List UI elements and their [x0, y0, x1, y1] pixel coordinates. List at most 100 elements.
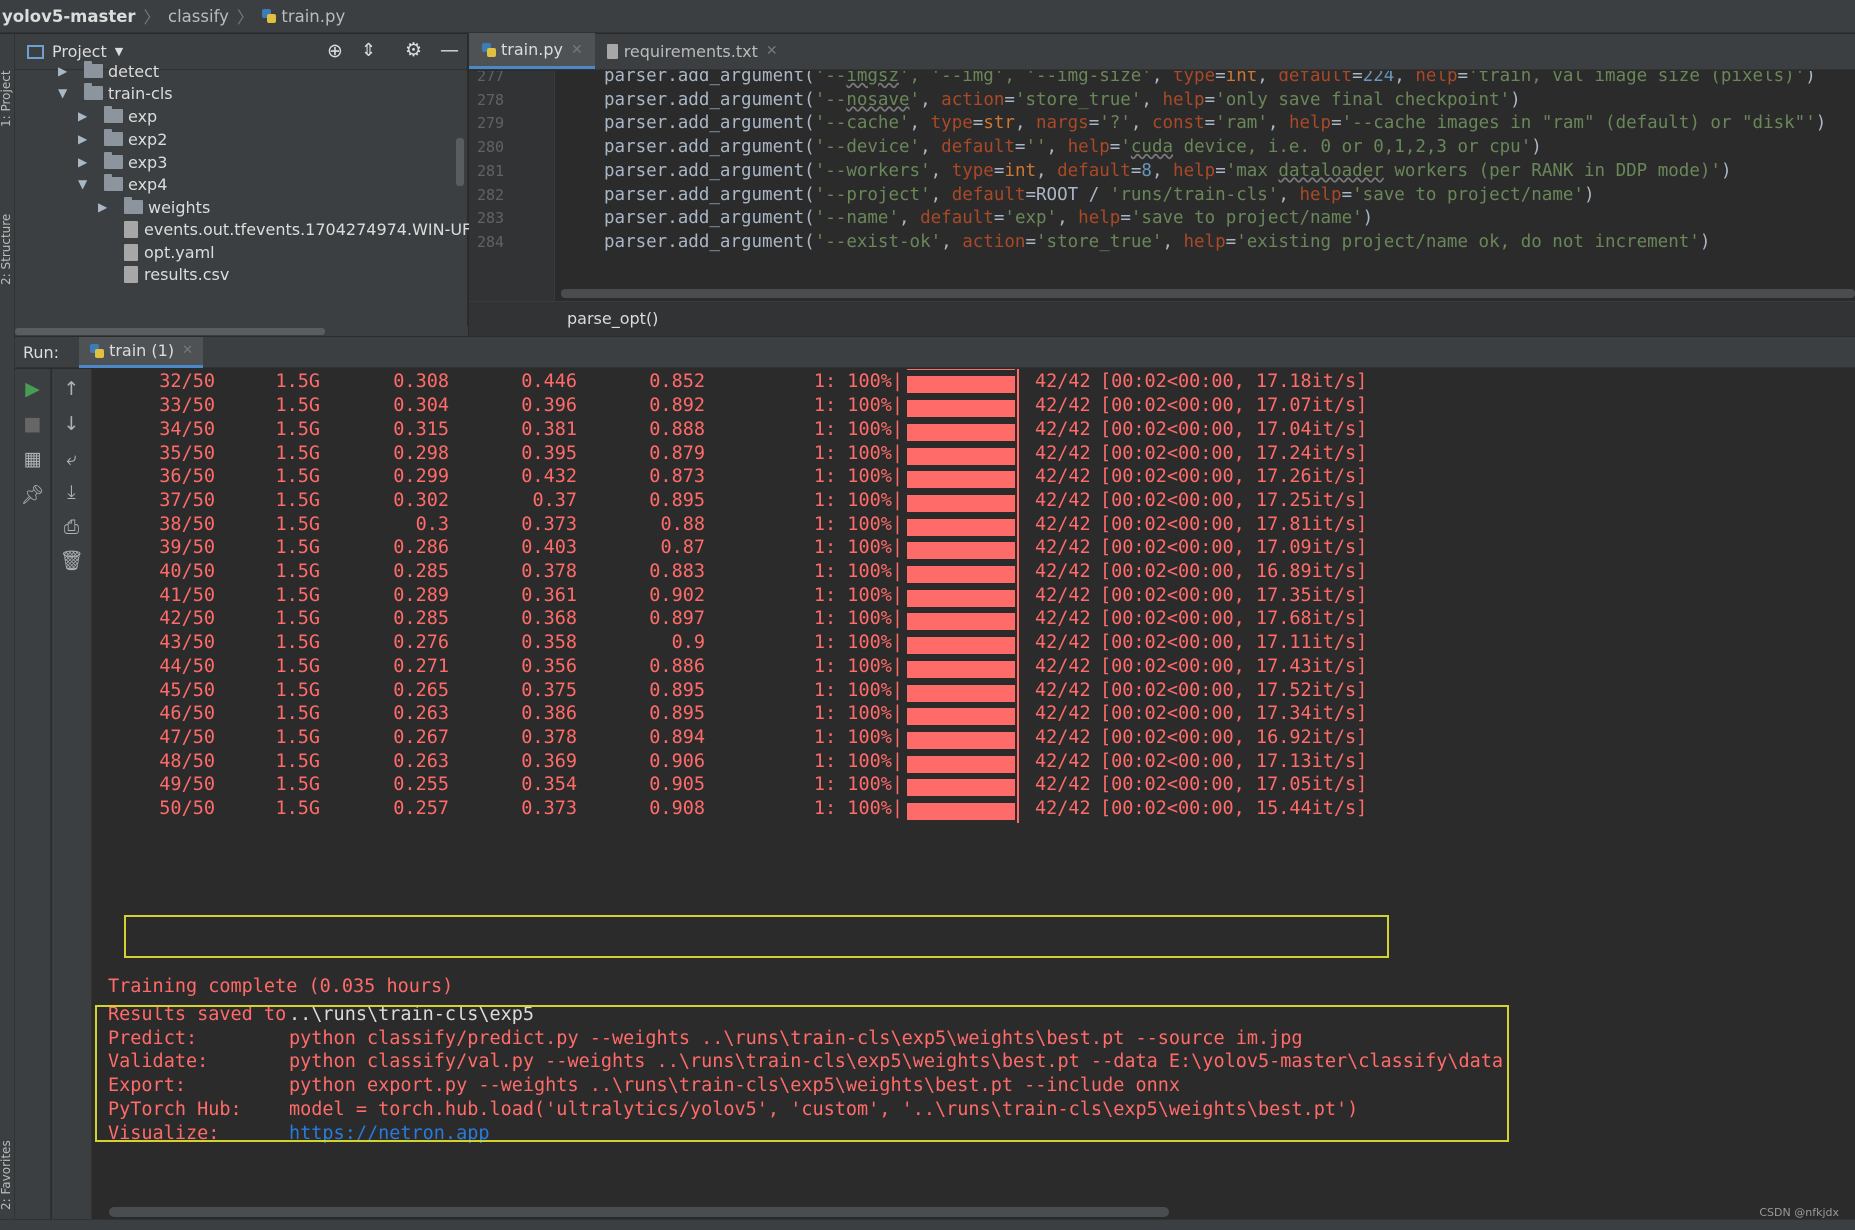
- collapse-arrow-icon[interactable]: ▶: [58, 64, 72, 78]
- soft-wrap-icon[interactable]: ⤶: [52, 444, 91, 474]
- breadcrumb-separator: 〉: [143, 8, 161, 27]
- hide-panel-icon[interactable]: —: [440, 39, 459, 61]
- code-line: parser.add_argument('--exist-ok', action…: [604, 232, 1710, 252]
- line-number: 277: [477, 71, 505, 85]
- row-vloss: 0.373: [521, 513, 577, 535]
- code-token: dataloader: [1278, 160, 1384, 181]
- rerun-icon[interactable]: ▶: [15, 374, 50, 404]
- favorites-side-tab[interactable]: 2: Favorites: [0, 1124, 15, 1210]
- stop-icon[interactable]: ■: [15, 409, 50, 439]
- vertical-scrollbar[interactable]: [456, 138, 464, 186]
- row-count: 42/42: [1035, 726, 1091, 748]
- code-token: type: [930, 113, 973, 134]
- arrow-up-icon[interactable]: ↑: [52, 374, 91, 404]
- progress-bar-end: [1017, 775, 1019, 800]
- code-token: 8: [1141, 160, 1152, 181]
- row-vloss: 0.403: [521, 537, 577, 559]
- pin-icon[interactable]: 📌︎: [15, 479, 50, 509]
- row-count: 42/42: [1035, 537, 1091, 559]
- expand-arrow-icon[interactable]: ▼: [78, 177, 92, 191]
- close-icon[interactable]: ✕: [571, 42, 583, 58]
- collapse-arrow-icon[interactable]: ▶: [78, 155, 92, 169]
- editor-breadcrumb[interactable]: parse_opt(): [469, 301, 1855, 336]
- row-mem: 1.5G: [275, 726, 320, 748]
- print-icon[interactable]: ⎙: [52, 512, 91, 542]
- row-vloss: 0.381: [521, 418, 577, 440]
- code-line: parser.add_argument('--project', default…: [604, 185, 1594, 205]
- code-editor[interactable]: 277 278 279 280 281 282 283 284 parser.add_argu…: [469, 71, 1855, 301]
- gear-icon[interactable]: ⚙: [405, 39, 422, 61]
- collapse-arrow-icon[interactable]: ▶: [78, 109, 92, 123]
- collapse-all-icon[interactable]: ⇕: [361, 40, 376, 61]
- row-vloss: 0.369: [521, 750, 577, 772]
- code-token: ): [1805, 71, 1816, 86]
- horizontal-scrollbar[interactable]: [15, 326, 468, 336]
- python-file-icon: [89, 343, 105, 359]
- trash-icon[interactable]: 🗑︎: [52, 545, 91, 575]
- row-mem: 1.5G: [275, 632, 320, 654]
- tree-item-label: events.out.tfevents.1704274974.WIN-UF: [144, 219, 472, 239]
- final-epoch-highlight-box: [124, 915, 1389, 958]
- row-pct: 1: 100%|: [813, 750, 903, 772]
- row-mem: 1.5G: [275, 703, 320, 725]
- run-tab-label: train (1): [109, 341, 175, 360]
- code-line: parser.add_argument('--name', default='e…: [604, 208, 1373, 228]
- locate-icon[interactable]: ⊕: [327, 40, 343, 62]
- run-tab-train[interactable]: train (1) ✕: [79, 336, 203, 368]
- code-token: 'existing project/name ok, do not increm…: [1236, 231, 1700, 252]
- progress-bar-fill: [907, 542, 1015, 560]
- project-side-tab[interactable]: 1: Project: [0, 57, 15, 127]
- code-token: 'exp': [1004, 208, 1058, 229]
- code-token: ,: [1257, 71, 1279, 86]
- close-icon[interactable]: ✕: [766, 43, 778, 59]
- code-token: '--project': [814, 184, 931, 205]
- row-count: 42/42: [1035, 655, 1091, 677]
- layout-icon[interactable]: ▦: [15, 444, 50, 474]
- row-pct: 1: 100%|: [813, 798, 903, 819]
- row-acc: 0.906: [649, 750, 705, 772]
- breadcrumb-root[interactable]: yolov5-master: [0, 7, 136, 26]
- arrow-down-icon[interactable]: ↓: [52, 409, 91, 439]
- row-loss: 0.271: [393, 655, 449, 677]
- tab-train-py[interactable]: train.py ✕: [469, 33, 595, 69]
- watermark: CSDN @nfkjdx: [1759, 1206, 1839, 1219]
- row-timing: [00:02<00:00, 17.09it/s]: [1100, 537, 1368, 559]
- code-line: parser.add_argument('--cache', type=str,…: [604, 113, 1826, 133]
- expand-arrow-icon[interactable]: ▼: [58, 86, 72, 100]
- line-number: 284: [477, 232, 505, 251]
- console-horizontal-scrollbar[interactable]: [109, 1207, 1169, 1217]
- row-epoch: 35/50: [159, 442, 215, 464]
- code-token: imgsz: [846, 71, 900, 86]
- editor-horizontal-scrollbar[interactable]: [561, 289, 1855, 298]
- collapse-arrow-icon[interactable]: ▶: [78, 132, 92, 146]
- row-count: 42/42: [1035, 703, 1091, 725]
- tab-requirements-txt[interactable]: requirements.txt ✕: [595, 33, 790, 69]
- row-loss: 0.263: [393, 750, 449, 772]
- results-highlight-box: [95, 1005, 1509, 1142]
- close-icon[interactable]: ✕: [182, 343, 193, 358]
- code-token: '--: [814, 71, 847, 86]
- breadcrumb-file[interactable]: train.py: [281, 7, 345, 26]
- code-token: =: [1215, 71, 1226, 86]
- scroll-to-end-icon[interactable]: ⤓: [52, 477, 91, 507]
- tree-item[interactable]: results.csv: [124, 261, 229, 287]
- code-token: =: [1204, 113, 1216, 134]
- code-token: 224: [1362, 71, 1395, 86]
- collapse-arrow-icon[interactable]: ▶: [98, 200, 112, 214]
- folder-icon: [104, 106, 123, 123]
- breadcrumb-separator: 〉: [236, 8, 254, 27]
- chevron-down-icon[interactable]: ▼: [115, 45, 123, 58]
- code-token: action: [941, 89, 1005, 110]
- row-count: 42/42: [1035, 679, 1091, 701]
- code-token: =: [1109, 137, 1121, 158]
- code-token: str: [983, 113, 1015, 134]
- row-acc: 0.888: [649, 418, 705, 440]
- breadcrumb-folder[interactable]: classify: [168, 7, 229, 26]
- structure-side-tab[interactable]: 2: Structure: [0, 199, 15, 285]
- progress-bar-fill: [907, 613, 1015, 631]
- progress-bar-fill: [907, 376, 1015, 394]
- project-panel: Project ▼ ⊕ ⇕ ⚙ — ▶ detect ▼ train-cls ▶ exp ▶…: [15, 34, 472, 336]
- row-loss: 0.3: [415, 513, 449, 535]
- row-pct: 1: 100%|: [813, 703, 903, 725]
- row-timing: [00:02<00:00, 17.43it/s]: [1100, 655, 1368, 677]
